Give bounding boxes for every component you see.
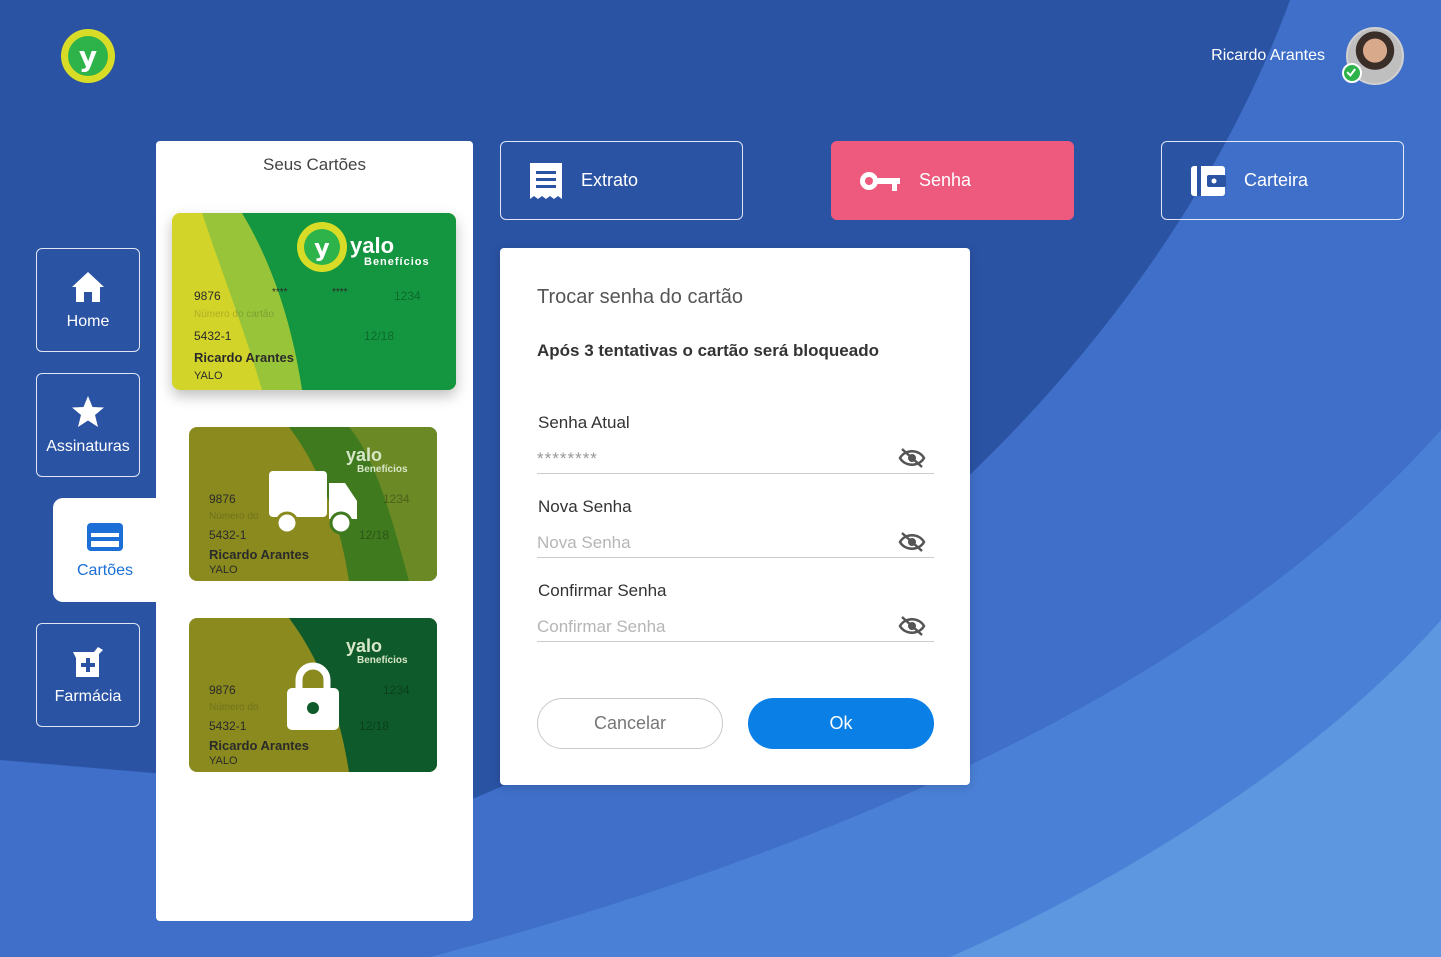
change-password-dialog: Trocar senha do cartão Após 3 tentativas…: [500, 248, 970, 785]
carteira-label: Carteira: [1244, 170, 1309, 190]
card-number-label: Número do: [209, 702, 259, 713]
pharmacy-icon: [73, 647, 103, 677]
card-active[interactable]: y yalo Benefícios 9876 **** **** 1234 Nú…: [172, 213, 456, 390]
card-expiry: 12/18: [364, 329, 395, 343]
card-brand-sub: Benefícios: [357, 655, 408, 666]
card-mask: ****: [332, 287, 348, 298]
truck-icon: [269, 471, 357, 535]
dialog-title: Trocar senha do cartão: [537, 286, 744, 308]
card-account: 5432-1: [209, 719, 247, 733]
key-icon: [860, 171, 900, 191]
card-number-right: 1234: [383, 683, 410, 697]
card-holder: Ricardo Arantes: [194, 350, 294, 365]
receipt-icon: [530, 162, 562, 199]
new-password-input[interactable]: [537, 528, 934, 558]
card-brand: yalo: [346, 636, 383, 656]
nav-home-label: Home: [66, 313, 110, 330]
verified-check-icon: [1342, 63, 1362, 83]
card-expiry: 12/18: [359, 719, 390, 733]
nav-farmacia-label: Farmácia: [54, 688, 122, 705]
cards-panel-title: Seus Cartões: [263, 155, 366, 174]
svg-text:y: y: [314, 234, 330, 262]
star-icon: [72, 396, 104, 427]
carteira-button[interactable]: Carteira: [1161, 141, 1404, 220]
nav-cartoes-label: Cartões: [76, 562, 134, 579]
card-number-left: 9876: [209, 492, 236, 506]
yalo-logo[interactable]: y: [60, 28, 116, 84]
card-logo-icon: y: [297, 222, 347, 272]
confirm-password-label: Confirmar Senha: [538, 581, 667, 600]
card-brand: yalo: [346, 445, 383, 465]
eye-off-icon[interactable]: [898, 615, 926, 637]
eye-off-icon[interactable]: [898, 531, 926, 553]
home-icon: [72, 272, 104, 302]
nav-farmacia[interactable]: Farmácia: [36, 623, 140, 727]
card-issuer: YALO: [194, 370, 223, 382]
card-issuer: YALO: [209, 755, 238, 767]
nav-home[interactable]: Home: [36, 248, 140, 352]
wallet-icon: [1191, 165, 1226, 196]
extrato-button[interactable]: Extrato: [500, 141, 743, 220]
ok-button[interactable]: Ok: [748, 698, 934, 749]
credit-card-icon: [87, 523, 123, 551]
eye-off-icon[interactable]: [898, 447, 926, 469]
card-issuer: YALO: [209, 564, 238, 576]
card-account: 5432-1: [194, 329, 232, 343]
senha-button[interactable]: Senha: [831, 141, 1074, 220]
cancel-button[interactable]: Cancelar: [537, 698, 723, 749]
card-brand-sub: Benefícios: [364, 256, 430, 268]
card-in-transit[interactable]: yalo Benefícios 9876 1234 Número do 5432…: [189, 427, 437, 581]
card-number-left: 9876: [209, 683, 236, 697]
card-locked[interactable]: yalo Benefícios 9876 1234 Número do 5432…: [189, 618, 437, 772]
user-name[interactable]: Ricardo Arantes: [1211, 47, 1325, 65]
card-mask: ****: [272, 287, 288, 298]
new-password-label: Nova Senha: [538, 497, 632, 516]
card-expiry: 12/18: [359, 528, 390, 542]
confirm-password-input[interactable]: [537, 612, 934, 642]
dialog-warning: Após 3 tentativas o cartão será bloquead…: [537, 341, 879, 360]
cards-panel: Seus Cartões y yalo Benefícios 9876 ****…: [156, 141, 473, 921]
nav-assinaturas[interactable]: Assinaturas: [36, 373, 140, 477]
current-password-label: Senha Atual: [538, 413, 630, 432]
card-number-left: 9876: [194, 289, 221, 303]
card-account: 5432-1: [209, 528, 247, 542]
card-number-label: Número do: [209, 511, 259, 522]
senha-label: Senha: [919, 170, 972, 190]
lock-icon: [287, 662, 339, 730]
svg-text:y: y: [79, 40, 97, 73]
card-brand-sub: Benefícios: [357, 464, 408, 475]
card-number-right: 1234: [383, 492, 410, 506]
nav-cartoes[interactable]: Cartões: [53, 498, 157, 602]
card-holder: Ricardo Arantes: [209, 738, 309, 753]
current-password-input[interactable]: [537, 444, 934, 474]
card-number-label: Número do cartão: [194, 309, 275, 320]
extrato-label: Extrato: [581, 170, 639, 190]
nav-assinaturas-label: Assinaturas: [46, 438, 130, 455]
card-number-right: 1234: [394, 289, 421, 303]
card-holder: Ricardo Arantes: [209, 547, 309, 562]
